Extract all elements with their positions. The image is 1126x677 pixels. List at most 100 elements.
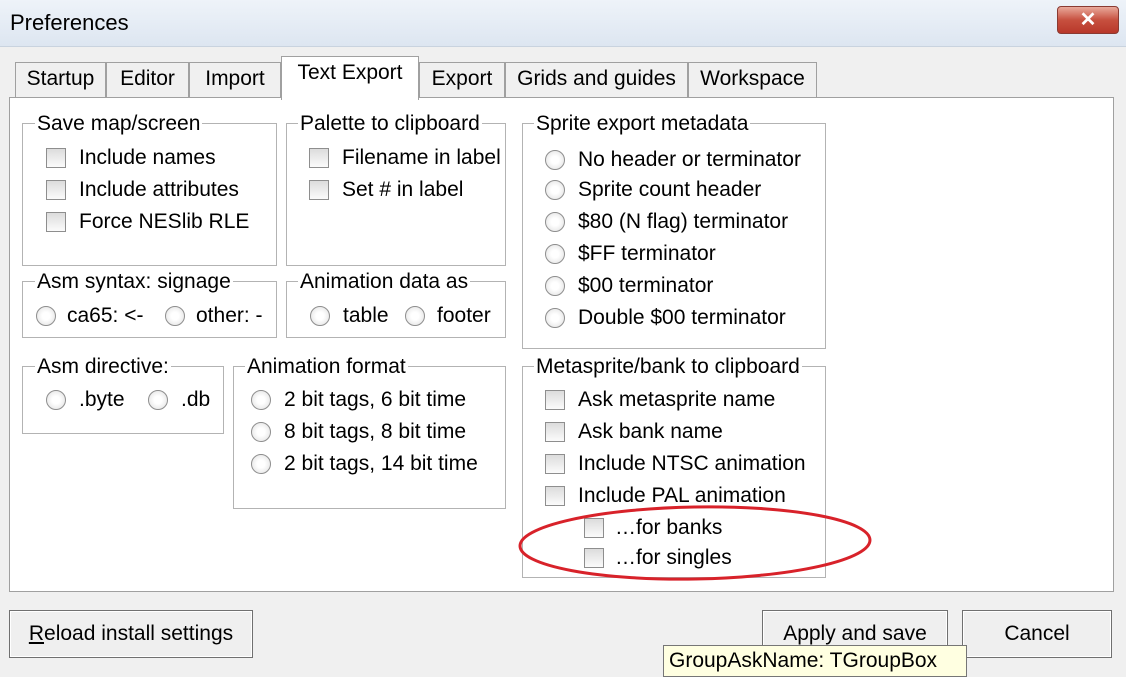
radio-button[interactable] — [251, 454, 271, 474]
button-label: Cancel — [1004, 622, 1070, 645]
byte-directive-radio[interactable]: .byte — [46, 388, 125, 412]
include-pal-animation-checkbox[interactable]: Include PAL animation — [545, 484, 786, 508]
option-label: …for banks — [615, 516, 723, 539]
sprite-count-header-radio[interactable]: Sprite count header — [545, 178, 761, 202]
option-label: Sprite count header — [578, 178, 762, 201]
reload-install-settings-button[interactable]: Reload install settings — [9, 610, 253, 658]
for-singles-checkbox[interactable]: …for singles — [584, 546, 732, 570]
zero-terminator-radio[interactable]: $00 terminator — [545, 274, 713, 298]
tab-import[interactable]: Import — [189, 62, 281, 98]
option-label: 2 bit tags, 6 bit time — [284, 388, 467, 411]
checkbox-box[interactable] — [545, 486, 565, 506]
tab-export[interactable]: Export — [419, 62, 505, 98]
group-label: Asm directive: — [35, 355, 171, 378]
radio-button[interactable] — [545, 308, 565, 328]
set-number-in-label-checkbox[interactable]: Set # in label — [309, 178, 463, 202]
checkbox-box[interactable] — [545, 422, 565, 442]
force-neslib-rle-checkbox[interactable]: Force NESlib RLE — [46, 210, 249, 234]
radio-button[interactable] — [251, 390, 271, 410]
tab-startup[interactable]: Startup — [15, 62, 106, 98]
option-label: .byte — [79, 388, 125, 411]
radio-button[interactable] — [545, 244, 565, 264]
option-label: $FF terminator — [578, 242, 716, 265]
tags2-time14-radio[interactable]: 2 bit tags, 14 bit time — [251, 452, 478, 476]
checkbox-box[interactable] — [46, 148, 66, 168]
tooltip: GroupAskName: TGroupBox — [663, 645, 967, 677]
no-header-radio[interactable]: No header or terminator — [545, 148, 801, 172]
radio-button[interactable] — [405, 306, 425, 326]
double-zero-terminator-radio[interactable]: Double $00 terminator — [545, 306, 786, 330]
radio-button[interactable] — [310, 306, 330, 326]
radio-button[interactable] — [148, 390, 168, 410]
option-label: ca65: <- — [67, 304, 144, 327]
include-ntsc-animation-checkbox[interactable]: Include NTSC animation — [545, 452, 806, 476]
tooltip-text: GroupAskName: TGroupBox — [669, 649, 938, 672]
title-bar: Preferences ✕ — [0, 0, 1126, 47]
tab-label: Editor — [120, 67, 175, 90]
close-button[interactable]: ✕ — [1057, 6, 1119, 34]
group-label: Asm syntax: signage — [35, 270, 233, 293]
checkbox-box[interactable] — [309, 180, 329, 200]
checkbox-box[interactable] — [584, 548, 604, 568]
tab-editor[interactable]: Editor — [106, 62, 189, 98]
group-label: Palette to clipboard — [298, 112, 482, 135]
option-label: 8 bit tags, 8 bit time — [284, 420, 467, 443]
ask-bank-name-checkbox[interactable]: Ask bank name — [545, 420, 723, 444]
option-label: $00 terminator — [578, 274, 714, 297]
footer-radio[interactable]: footer — [405, 304, 491, 328]
include-attributes-checkbox[interactable]: Include attributes — [46, 178, 239, 202]
tab-label: Grids and guides — [517, 67, 676, 90]
option-label: Double $00 terminator — [578, 306, 786, 329]
group-label: Metasprite/bank to clipboard — [534, 355, 802, 378]
tab-text-export[interactable]: Text Export — [281, 56, 419, 100]
tab-label: Workspace — [700, 67, 805, 90]
tab-label: Text Export — [297, 61, 403, 84]
filename-in-label-checkbox[interactable]: Filename in label — [309, 146, 501, 170]
option-label: …for singles — [615, 546, 732, 569]
ff-terminator-radio[interactable]: $FF terminator — [545, 242, 716, 266]
tab-label: Startup — [26, 67, 95, 90]
checkbox-box[interactable] — [46, 180, 66, 200]
tab-workspace[interactable]: Workspace — [688, 62, 817, 98]
option-label: Filename in label — [342, 146, 501, 169]
table-radio[interactable]: table — [310, 304, 389, 328]
radio-button[interactable] — [251, 422, 271, 442]
window-title: Preferences — [10, 10, 129, 35]
tags2-time6-radio[interactable]: 2 bit tags, 6 bit time — [251, 388, 466, 412]
accelerator-key: R — [28, 622, 45, 645]
radio-button[interactable] — [545, 150, 565, 170]
radio-button[interactable] — [36, 306, 56, 326]
option-label: Ask metasprite name — [578, 388, 776, 411]
tags8-time8-radio[interactable]: 8 bit tags, 8 bit time — [251, 420, 466, 444]
include-names-checkbox[interactable]: Include names — [46, 146, 216, 170]
option-label: Include PAL animation — [578, 484, 786, 507]
option-label: Include NTSC animation — [578, 452, 806, 475]
tab-grids-and-guides[interactable]: Grids and guides — [505, 62, 688, 98]
option-label: Include names — [79, 146, 216, 169]
ask-metasprite-name-checkbox[interactable]: Ask metasprite name — [545, 388, 775, 412]
option-label: Ask bank name — [578, 420, 723, 443]
checkbox-box[interactable] — [584, 518, 604, 538]
radio-button[interactable] — [545, 276, 565, 296]
other-signage-radio[interactable]: other: - — [165, 304, 263, 328]
group-label: Sprite export metadata — [534, 112, 751, 135]
db-directive-radio[interactable]: .db — [148, 388, 210, 412]
radio-button[interactable] — [46, 390, 66, 410]
group-label: Save map/screen — [35, 112, 203, 135]
for-banks-checkbox[interactable]: …for banks — [584, 516, 722, 540]
option-label: .db — [181, 388, 211, 411]
group-label: Animation data as — [298, 270, 471, 293]
option-label: Include attributes — [79, 178, 239, 201]
checkbox-box[interactable] — [545, 454, 565, 474]
cancel-button[interactable]: Cancel — [962, 610, 1112, 658]
n-flag-terminator-radio[interactable]: $80 (N flag) terminator — [545, 210, 788, 234]
checkbox-box[interactable] — [309, 148, 329, 168]
checkbox-box[interactable] — [545, 390, 565, 410]
option-label: Force NESlib RLE — [79, 210, 250, 233]
radio-button[interactable] — [165, 306, 185, 326]
checkbox-box[interactable] — [46, 212, 66, 232]
radio-button[interactable] — [545, 180, 565, 200]
radio-button[interactable] — [545, 212, 565, 232]
ca65-radio[interactable]: ca65: <- — [36, 304, 143, 328]
option-label: 2 bit tags, 14 bit time — [284, 452, 478, 475]
